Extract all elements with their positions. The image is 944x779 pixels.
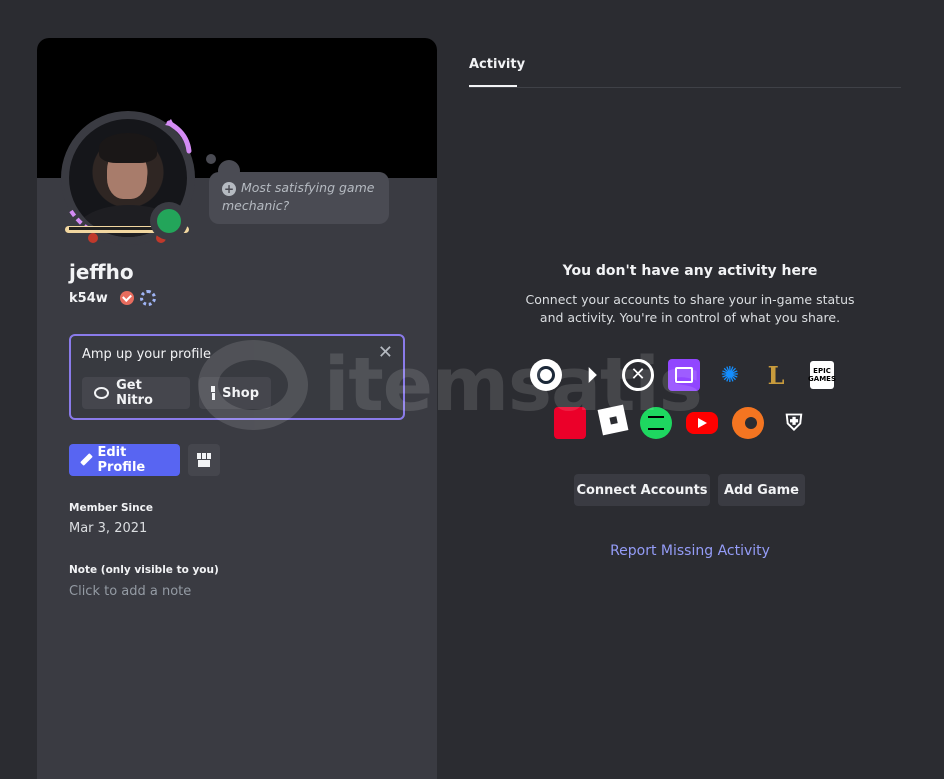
connect-accounts-button[interactable]: Connect Accounts — [574, 474, 710, 506]
shop-label: Shop — [222, 385, 259, 401]
username: k54w — [69, 290, 108, 306]
plus-icon: + — [222, 182, 236, 196]
username-row: k54w — [69, 290, 156, 306]
member-since-value: Mar 3, 2021 — [69, 521, 148, 536]
shop-icon-button[interactable] — [188, 444, 220, 476]
riot-games-icon[interactable] — [554, 407, 586, 439]
report-missing-activity-link[interactable]: Report Missing Activity — [469, 543, 911, 559]
pencil-icon — [81, 454, 91, 466]
empty-activity-description: Connect your accounts to share your in-g… — [525, 292, 855, 325]
shop-button[interactable]: Shop — [199, 377, 271, 409]
nitro-icon — [94, 387, 110, 399]
playstation-icon[interactable]: ⏵ — [576, 359, 608, 391]
bungie-icon[interactable]: ⛨ — [778, 407, 810, 439]
get-nitro-label: Get Nitro — [116, 378, 153, 408]
spotify-icon[interactable] — [640, 407, 672, 439]
profile-card: + Most satisfying game mechanic? jeffho k… — [37, 38, 437, 779]
youtube-icon[interactable] — [686, 412, 718, 434]
battlenet-icon[interactable]: ✺ — [714, 359, 746, 391]
active-developer-badge-icon[interactable] — [139, 290, 156, 306]
epic-games-label: EPIC GAMES — [808, 361, 836, 389]
display-name: jeffho — [69, 260, 134, 284]
amp-up-profile-box: Amp up your profile ✕ Get Nitro Shop — [69, 334, 405, 420]
custom-status-text: Most satisfying game mechanic? — [222, 180, 375, 213]
xbox-icon[interactable]: ✕ — [622, 359, 654, 391]
roblox-icon[interactable] — [597, 404, 629, 436]
empty-activity-title: You don't have any activity here — [562, 263, 818, 279]
note-label: Note (only visible to you) — [69, 564, 219, 576]
nitro-badge-icon[interactable] — [119, 291, 134, 305]
league-of-legends-icon[interactable]: L — [760, 359, 792, 391]
edit-profile-button[interactable]: Edit Profile — [69, 444, 180, 476]
platform-icons-row-1: ⏵ ✕ ✺ L EPIC GAMES — [530, 359, 838, 391]
get-nitro-button[interactable]: Get Nitro — [82, 377, 190, 409]
twitch-icon[interactable] — [668, 359, 700, 391]
platform-icons-row-2: ⛨ — [554, 404, 810, 439]
custom-status-bubble[interactable]: + Most satisfying game mechanic? — [209, 172, 389, 224]
steam-icon[interactable] — [530, 359, 562, 391]
close-icon[interactable]: ✕ — [378, 344, 393, 362]
member-since-label: Member Since — [69, 502, 153, 514]
shop-icon — [197, 453, 211, 467]
online-status-indicator — [150, 202, 188, 240]
shop-icon — [211, 386, 216, 400]
crunchyroll-icon[interactable] — [732, 407, 764, 439]
edit-profile-label: Edit Profile — [97, 445, 146, 475]
amp-up-title: Amp up your profile — [82, 347, 211, 362]
epic-games-icon[interactable]: EPIC GAMES — [806, 359, 838, 391]
bubble-dot — [206, 154, 216, 164]
note-input[interactable]: Click to add a note — [69, 584, 191, 599]
add-game-button[interactable]: Add Game — [718, 474, 805, 506]
tab-activity[interactable]: Activity — [469, 57, 525, 72]
tab-divider — [469, 87, 901, 88]
